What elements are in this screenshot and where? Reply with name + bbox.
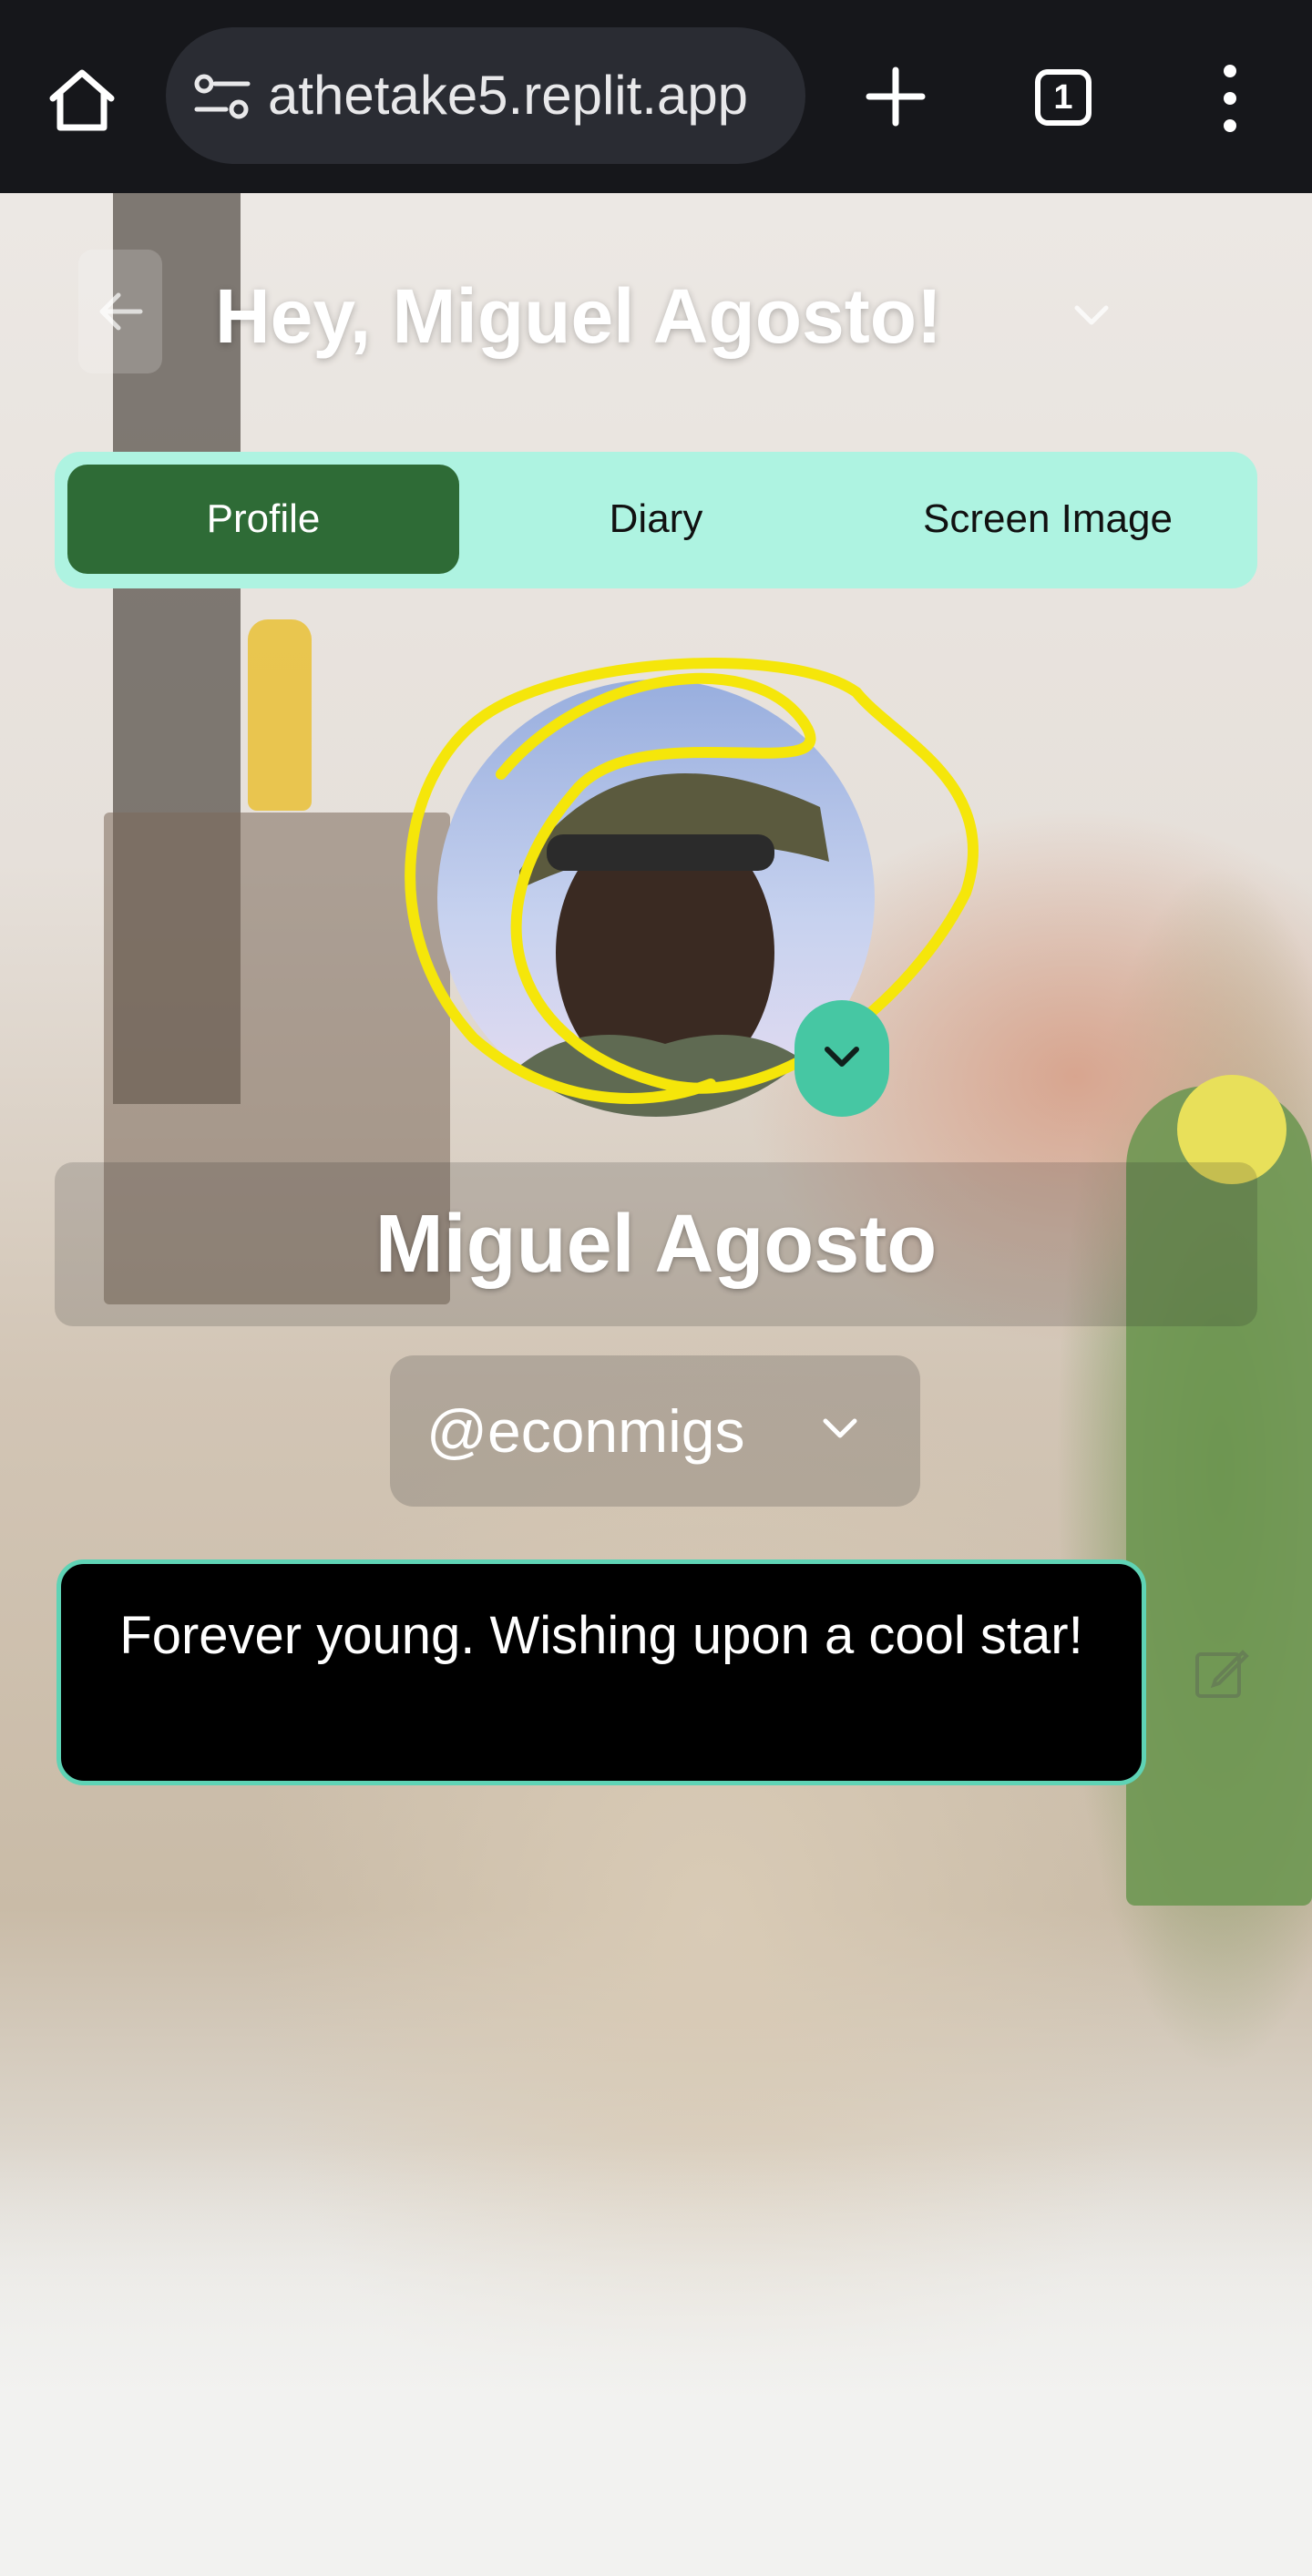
background-photo-floor	[0, 2142, 1312, 2576]
tab-bar: Profile Diary Screen Image	[55, 452, 1257, 588]
edit-icon[interactable]	[1194, 1645, 1250, 1702]
tab-diary[interactable]: Diary	[465, 465, 847, 574]
bio-text: Forever young. Wishing upon a cool star!	[119, 1606, 1083, 1665]
tab-screen-image[interactable]: Screen Image	[847, 465, 1248, 574]
greeting-title: Hey, Miguel Agosto!	[215, 273, 942, 359]
profile-page: Hey, Miguel Agosto! Profile Diary Screen…	[0, 193, 1312, 2576]
bio-box: Forever young. Wishing upon a cool star!	[56, 1559, 1146, 1785]
new-tab-icon[interactable]	[866, 66, 926, 127]
profile-name: Miguel Agosto	[374, 1199, 938, 1290]
tab-profile[interactable]: Profile	[67, 465, 459, 574]
tab-switcher-icon[interactable]: 1	[1035, 69, 1092, 126]
address-bar[interactable]: athetake5.replit.app	[166, 27, 805, 164]
profile-handle: @econmigs	[426, 1397, 745, 1465]
avatar-menu-button[interactable]	[794, 1000, 889, 1117]
browser-toolbar: athetake5.replit.app 1	[0, 0, 1312, 193]
home-icon[interactable]	[46, 64, 118, 137]
background-photo-bottle	[248, 619, 312, 811]
chevron-down-icon	[823, 1418, 857, 1438]
highlight-scribble	[405, 657, 979, 1104]
chevron-down-icon	[825, 1047, 859, 1067]
chevron-down-icon[interactable]	[1071, 295, 1112, 335]
more-menu-icon[interactable]	[1212, 64, 1248, 133]
site-settings-icon[interactable]	[193, 73, 251, 120]
back-arrow-icon	[99, 292, 143, 331]
back-button[interactable]	[78, 250, 162, 373]
handle-dropdown[interactable]: @econmigs	[390, 1355, 920, 1507]
url-text: athetake5.replit.app	[268, 65, 749, 126]
